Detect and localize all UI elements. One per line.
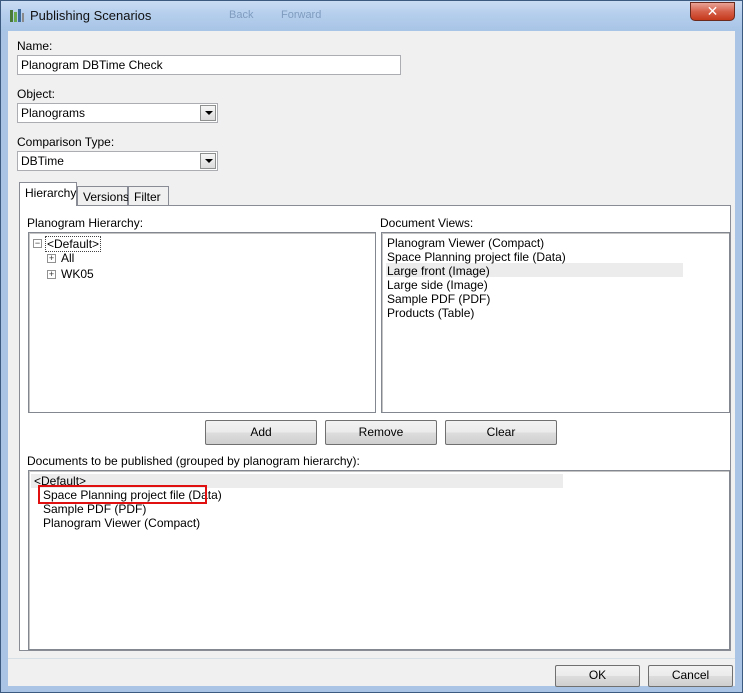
list-item[interactable]: Sample PDF (PDF) bbox=[387, 292, 490, 306]
comparison-type-label: Comparison Type: bbox=[17, 135, 115, 149]
close-button[interactable]: ✕ bbox=[690, 2, 735, 21]
publishing-scenarios-window: Publishing Scenarios Back Forward ✕ Name… bbox=[0, 0, 743, 693]
tree-node-all[interactable]: All bbox=[61, 251, 74, 265]
remove-button[interactable]: Remove bbox=[325, 420, 437, 445]
document-views-label: Document Views: bbox=[380, 216, 474, 230]
name-field[interactable]: Planogram DBTime Check bbox=[17, 55, 401, 75]
highlight-annotation-box bbox=[38, 485, 207, 504]
collapse-icon[interactable]: − bbox=[33, 239, 42, 248]
list-item[interactable]: Planogram Viewer (Compact) bbox=[387, 236, 544, 250]
tab-hierarchy[interactable]: Hierarchy bbox=[19, 182, 77, 206]
tab-versions[interactable]: Versions bbox=[77, 186, 129, 207]
object-select[interactable]: Planograms bbox=[17, 103, 218, 123]
object-label: Object: bbox=[17, 87, 56, 101]
title-bar[interactable]: Publishing Scenarios Back Forward ✕ bbox=[1, 1, 742, 31]
comparison-type-value: DBTime bbox=[21, 154, 64, 168]
clear-button[interactable]: Clear bbox=[445, 420, 557, 445]
dialog-body: Name: Planogram DBTime Check Object: Pla… bbox=[8, 31, 735, 687]
footer-divider bbox=[8, 658, 735, 659]
object-select-value: Planograms bbox=[21, 106, 86, 120]
chevron-down-icon[interactable] bbox=[200, 153, 216, 169]
add-button[interactable]: Add bbox=[205, 420, 317, 445]
tab-filter[interactable]: Filter bbox=[128, 186, 169, 207]
app-icon bbox=[10, 9, 24, 22]
documents-to-publish-label: Documents to be published (grouped by pl… bbox=[27, 454, 360, 468]
expand-icon[interactable]: + bbox=[47, 270, 56, 279]
documents-to-publish-list[interactable]: <Default> Space Planning project file (D… bbox=[28, 470, 730, 650]
ok-button[interactable]: OK bbox=[555, 665, 640, 687]
hierarchy-tab-panel: Planogram Hierarchy: − <Default> + All +… bbox=[19, 205, 731, 651]
list-item[interactable]: Space Planning project file (Data) bbox=[387, 250, 566, 264]
list-item[interactable]: Sample PDF (PDF) bbox=[43, 502, 146, 516]
list-item[interactable]: Planogram Viewer (Compact) bbox=[43, 516, 200, 530]
ghost-back-label: Back bbox=[229, 9, 254, 21]
comparison-type-select[interactable]: DBTime bbox=[17, 151, 218, 171]
list-item[interactable]: Large side (Image) bbox=[387, 278, 488, 292]
planogram-hierarchy-label: Planogram Hierarchy: bbox=[27, 216, 144, 230]
list-item[interactable]: Products (Table) bbox=[387, 306, 474, 320]
ghost-forward-label: Forward bbox=[281, 9, 322, 21]
tree-node-wk05[interactable]: WK05 bbox=[61, 267, 94, 281]
cancel-button[interactable]: Cancel bbox=[648, 665, 733, 687]
tree-node-default[interactable]: <Default> bbox=[45, 236, 102, 252]
name-label: Name: bbox=[17, 39, 53, 53]
expand-icon[interactable]: + bbox=[47, 254, 56, 263]
list-item[interactable]: Large front (Image) bbox=[387, 264, 490, 278]
chevron-down-icon[interactable] bbox=[200, 105, 216, 121]
planogram-hierarchy-tree[interactable]: − <Default> + All + WK05 bbox=[28, 232, 376, 413]
window-title: Publishing Scenarios bbox=[30, 8, 152, 23]
document-views-list[interactable]: Planogram Viewer (Compact) Space Plannin… bbox=[381, 232, 730, 413]
